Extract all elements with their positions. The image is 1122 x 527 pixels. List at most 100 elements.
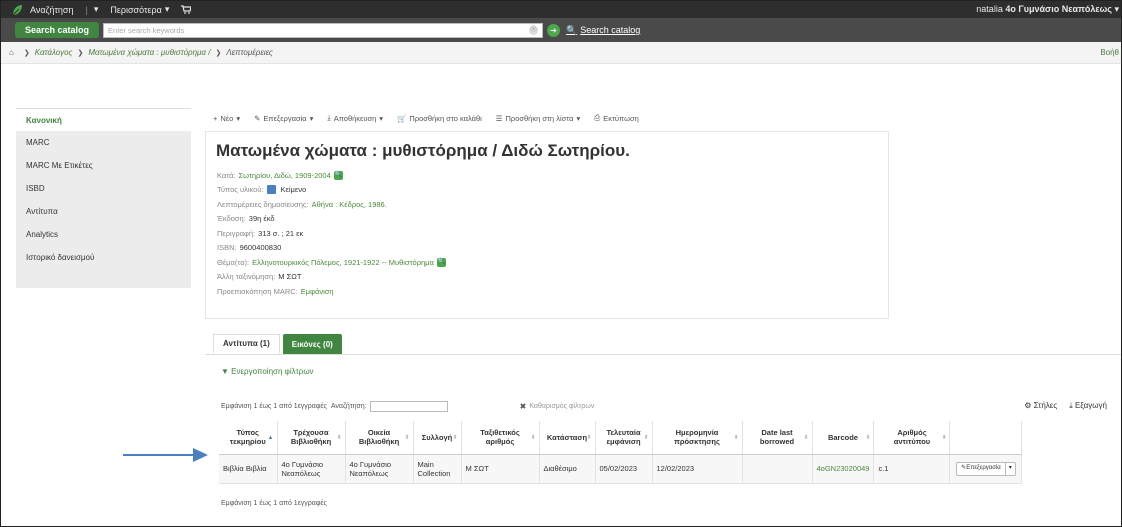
col-item-type[interactable]: Τύπος τεκμηρίου ▲ [219,421,278,455]
help-link[interactable]: Βοήθ [1100,48,1119,57]
sort-icon: ⬍ [941,435,947,441]
chevron-down-icon: ▾ [1114,4,1119,14]
col-home-library[interactable]: Οικεία Βιβλιοθήκη ⬍ [345,421,414,455]
col-current-library[interactable]: Τρέχουσα Βιβλιοθήκη ⬍ [277,421,346,455]
table-footer-info: Εμφάνιση 1 έως 1 από 1εγγραφές [221,500,327,507]
table-search-input[interactable] [369,400,448,412]
col-status[interactable]: Κατάσταση ⬍ [539,421,596,455]
sidebar-item-isbd[interactable]: ISBD [16,177,191,200]
sidebar-item-items[interactable]: Αντίτυπα [16,200,191,223]
chevron-down-icon[interactable]: ▾ [1006,464,1015,473]
sidebar-item-marc[interactable]: MARC [16,131,191,154]
add-to-cart-label: Προσθήκη στο καλάθι [409,113,482,123]
edit-button-label: Επεξεργασία [263,113,307,123]
table-row: Βιβλία Βιβλία 4ο Γυμνάσιο Νεαπόλεως 4ο Γ… [219,454,1023,484]
sidebar-item-checkout-history[interactable]: Ιστορικό δανεισμού [16,246,191,269]
field-label: Έκδοση: [217,214,246,224]
export-label: Εξαγωγή [1074,401,1107,410]
activate-filters-link[interactable]: ▼ Ενεργοποίηση φίλτρων [221,367,314,376]
holdings-tabs: Αντίτυπα (1) Εικόνες (0) [213,334,345,354]
field-label: Λεπτομέρειες δημοσίευσης: [217,199,309,209]
nav-search-dropdown[interactable]: ▾ [94,4,99,15]
sort-icon: ⬍ [336,435,342,441]
new-button[interactable]: + Νέο ▾ [213,114,240,123]
table-actions: ⚙ Στήλες ⤓ Εξαγωγή [1024,401,1107,411]
add-to-list-button[interactable]: ☰ Προσθήκη στη λίστα ▾ [496,114,580,123]
sort-icon: ⬍ [586,435,592,441]
annotation-arrow-icon [123,448,208,462]
sort-icon: ⬍ [404,435,410,441]
columns-button[interactable]: ⚙ Στήλες [1024,401,1057,411]
search-input[interactable]: Enter search keywords ⓧ [103,22,544,38]
subject-link[interactable]: Ελληνοτουρκικός Πόλεμος, 1921-1922 -- Μυ… [252,258,434,267]
chevron-down-icon: ▾ [93,4,99,14]
field-label: Θέμα(τα): [217,257,250,267]
field-material-type: Τύπος υλικού: Κείμενο [217,183,446,198]
pencil-icon: ✎ [254,113,261,123]
user-name: natalia [976,4,1003,14]
sort-icon: ⬍ [530,435,536,441]
search-icon[interactable]: 🔍 [436,257,446,267]
export-button[interactable]: ⤓ Εξαγωγή [1069,401,1107,411]
col-call-number[interactable]: Ταξιθετικός αριθμός ⬍ [461,421,540,455]
col-date-acquired[interactable]: Ημερομηνία πρόσκτησης ⬍ [652,421,743,455]
cell-last-seen: 05/02/2023 [595,454,653,484]
column-header-label: Οικεία Βιβλιοθήκη [358,428,400,447]
cart-icon: 🛒 [397,113,407,123]
edit-button[interactable]: ✎ Επεξεργασία ▾ [254,114,313,123]
koha-logo-icon[interactable] [10,3,24,17]
field-label: Τύπος υλικού: [217,185,264,195]
breadcrumb-record[interactable]: Ματωμένα χώματα : μυθιστόρημα / [88,48,210,57]
search-icon[interactable]: 🔍 [333,170,343,180]
cell-call-number: Μ ΣΩΤ [461,454,540,484]
clear-filters-button[interactable]: ✖ Καθαρισμός φίλτρων [520,402,595,411]
holdings-panel: ▼ Ενεργοποίηση φίλτρων Εμφάνιση 1 έως 1 … [205,354,1121,526]
field-subject: Θέμα(τα): Ελληνοτουρκικός Πόλεμος, 1921-… [217,255,446,270]
sidebar-item-labeled-marc[interactable]: MARC Με Ετικέτες [16,154,191,177]
col-copy-number[interactable]: Αριθμός αντιτύπου ⬍ [873,421,951,455]
item-edit-main[interactable]: ✎ Επεξεργασία [957,462,1006,475]
item-edit-button[interactable]: ✎ Επεξεργασία ▾ [956,461,1016,476]
col-last-seen[interactable]: Τελευταία εμφάνιση ⬍ [595,421,653,455]
search-catalog-button[interactable]: 🔍 Search catalog [566,25,640,36]
breadcrumb-catalog[interactable]: Κατάλογος [35,48,73,57]
close-icon: ✖ [519,401,527,411]
search-catalog-tab[interactable]: Search catalog [15,22,100,38]
tab-images[interactable]: Εικόνες (0) [282,334,342,354]
save-button[interactable]: ⤓ Αποθήκευση ▾ [327,113,383,123]
top-navbar: Αναζήτηση | ▾ Περισσότερα ▾ natalia 4ο Γ… [1,1,1121,18]
user-menu[interactable]: natalia 4ο Γυμνάσιο Νεαπόλεως ▾ [976,4,1119,15]
home-icon[interactable]: ⌂ [9,48,14,57]
author-link[interactable]: Σωτηρίου, Διδώ, 1909-2004 [239,171,331,180]
cell-collection: Main Collection [413,454,462,484]
sidebar-item-normal[interactable]: Κανονική [16,109,191,131]
cell-item-type: Βιβλία Βιβλία [219,454,278,484]
barcode-link[interactable]: 4oGN23020049 [817,464,870,473]
nav-more[interactable]: Περισσότερα ▾ [110,4,169,15]
search-placeholder: Enter search keywords [108,25,185,35]
field-label: Περιγραφή: [217,228,256,238]
col-date-last-borrowed[interactable]: Date last borrowed ⬍ [742,421,813,455]
field-value: 9600400830 [239,243,282,253]
clear-search-icon[interactable]: ⓧ [529,25,539,35]
publisher-link[interactable]: Αθήνα : Κέδρος, 1986. [312,200,387,209]
gear-icon: ⚙ [1024,401,1032,410]
download-icon: ⤓ [1069,401,1073,410]
search-catalog-button-label: Search catalog [580,25,641,35]
tab-copies[interactable]: Αντίτυπα (1) [213,334,280,354]
go-arrow-icon[interactable]: ➔ [547,23,561,37]
nav-cart[interactable] [181,5,192,14]
print-button[interactable]: ⎙ Εκτύπωση [594,113,639,123]
col-collection[interactable]: Συλλογή ⬍ [413,421,462,455]
record-toolbar: + Νέο ▾ ✎ Επεξεργασία ▾ ⤓ Αποθήκευση ▾ 🛒… [213,111,653,125]
column-header-label: Τύπος τεκμηρίου [229,428,266,447]
add-to-cart-button[interactable]: 🛒 Προσθήκη στο καλάθι [397,114,482,123]
chevron-down-icon: ▾ [379,113,384,123]
marc-preview-link[interactable]: Εμφάνιση [301,287,334,296]
print-icon: ⎙ [594,113,601,122]
sidebar-item-analytics[interactable]: Analytics [16,223,191,246]
catalog-search-bar: Search catalog Enter search keywords ⓧ ➔… [1,18,1121,42]
col-barcode[interactable]: Barcode ⬍ [812,421,875,455]
nav-search[interactable]: Αναζήτηση [30,5,73,15]
cell-copy-number: c.1 [873,454,951,484]
